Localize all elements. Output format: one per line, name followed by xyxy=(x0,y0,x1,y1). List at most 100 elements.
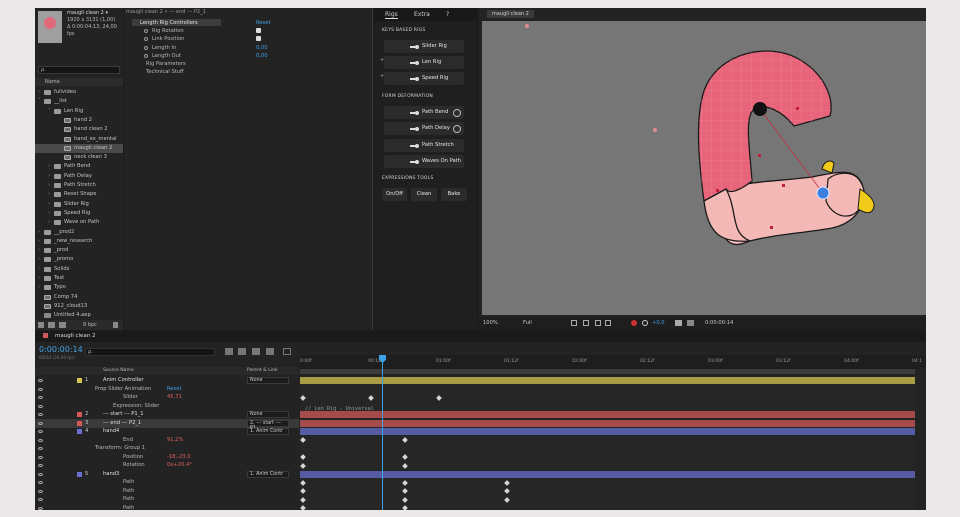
keyframe[interactable] xyxy=(402,505,408,510)
visibility-eye-icon[interactable] xyxy=(38,506,43,510)
exposure-value[interactable]: +0,0 xyxy=(652,320,665,326)
work-area-bar[interactable] xyxy=(300,369,915,374)
project-item[interactable]: › _new_research xyxy=(35,237,123,246)
expression-text[interactable]: // Len Rig - Universal xyxy=(305,406,374,412)
effect-row[interactable]: Technical Stuff xyxy=(124,68,373,76)
path-stretch-button[interactable]: Path Stretch xyxy=(384,139,464,152)
keyframe[interactable] xyxy=(402,496,408,503)
waves-on-path-button[interactable]: Waves On Path xyxy=(384,155,464,168)
disclosure-icon[interactable]: › xyxy=(48,162,50,171)
disclosure-icon[interactable]: › xyxy=(38,255,40,264)
project-item[interactable]: hand clean 2 xyxy=(35,125,123,134)
keyframe[interactable] xyxy=(300,488,306,494)
effect-controls-tab[interactable]: maugli clean 2 • --- end --- P2_1 xyxy=(126,9,206,15)
project-item[interactable]: › Path Bend xyxy=(35,162,123,171)
graph-editor-icon[interactable] xyxy=(283,348,291,355)
timeline-tab[interactable]: maugli clean 2 xyxy=(55,333,96,339)
keyframe[interactable] xyxy=(300,462,306,469)
checkbox[interactable] xyxy=(256,28,261,34)
project-item[interactable]: maugli clean 2 xyxy=(35,143,123,153)
stopwatch-icon[interactable] xyxy=(144,29,148,34)
visibility-eye-icon[interactable] xyxy=(38,413,43,416)
label-color-swatch[interactable] xyxy=(77,471,82,477)
project-item[interactable]: › _prod xyxy=(35,246,123,255)
project-item[interactable]: hand_ex_mental xyxy=(35,135,123,144)
current-time-display[interactable]: 0:00:00:14 xyxy=(39,345,83,354)
effect-value[interactable]: 0,00 xyxy=(256,44,268,52)
project-item[interactable]: › Typo xyxy=(35,283,123,292)
comp-mini-flowchart-icon[interactable] xyxy=(225,348,233,355)
interpret-footage-icon[interactable] xyxy=(38,322,44,328)
effect-row[interactable]: Link Position xyxy=(124,35,373,43)
settings-circle-icon[interactable] xyxy=(453,109,461,117)
end-controller-handle[interactable] xyxy=(816,186,830,200)
snapshot-icon[interactable] xyxy=(675,320,682,326)
exposure-icon[interactable] xyxy=(642,320,648,326)
tab-rigs[interactable]: Rigs xyxy=(385,11,398,19)
project-item[interactable]: neck clean 3 xyxy=(35,153,123,162)
speed-rig-button[interactable]: Speed Rig xyxy=(384,72,464,85)
disclosure-icon[interactable]: › xyxy=(38,265,40,274)
visibility-eye-icon[interactable] xyxy=(38,421,43,425)
visibility-eye-icon[interactable] xyxy=(38,489,43,493)
show-snapshot-icon[interactable] xyxy=(687,320,694,326)
property-track[interactable] xyxy=(300,401,915,411)
parent-select[interactable]: 1. Anim Contr xyxy=(247,470,289,478)
effect-row[interactable]: Rig Rotation xyxy=(124,27,373,35)
tab-help[interactable]: ? xyxy=(446,11,449,18)
disclosure-icon[interactable]: ˅ xyxy=(38,97,41,106)
layer-duration-bar[interactable] xyxy=(300,470,915,478)
layer-property[interactable]: Path xyxy=(35,504,299,510)
visibility-eye-icon[interactable] xyxy=(38,438,43,442)
visibility-eye-icon[interactable] xyxy=(38,472,43,476)
clean-button[interactable]: Clean xyxy=(411,188,437,201)
project-item[interactable]: › Speed Rig xyxy=(35,209,123,218)
start-controller-handle[interactable] xyxy=(753,102,767,116)
visibility-eye-icon[interactable] xyxy=(38,404,43,408)
layer-duration-bar[interactable] xyxy=(300,411,915,418)
visibility-eye-icon[interactable] xyxy=(38,455,43,459)
transparency-grid-icon[interactable] xyxy=(583,320,589,326)
disclosure-icon[interactable]: › xyxy=(38,246,40,255)
effect-row[interactable]: Rig Parameters xyxy=(124,60,373,68)
timeline-search-input[interactable]: ρ. xyxy=(85,348,215,356)
mask-toggle-icon[interactable] xyxy=(595,320,601,326)
keyframe[interactable] xyxy=(402,479,408,486)
keyframe[interactable] xyxy=(504,479,510,486)
parent-select[interactable]: 1. Anim Contr xyxy=(247,428,289,435)
keyframe[interactable] xyxy=(368,394,374,401)
label-color-swatch[interactable] xyxy=(77,412,82,417)
time-ruler[interactable]: 0:00f 00:12f 01:00f 01:12f 02:00f 02:12f 03:00… xyxy=(300,355,926,369)
label-color-swatch[interactable] xyxy=(77,378,82,383)
reset-link[interactable]: Reset xyxy=(256,19,271,27)
keyframe[interactable] xyxy=(402,488,408,494)
layer-duration-bar[interactable] xyxy=(300,377,915,384)
color-channel-icon[interactable] xyxy=(631,320,637,326)
project-item[interactable]: › Slider Rig xyxy=(35,200,123,209)
shy-layers-icon[interactable] xyxy=(252,348,260,355)
keyframe[interactable] xyxy=(402,462,408,469)
disclosure-icon[interactable]: › xyxy=(38,228,40,237)
visibility-eye-icon[interactable] xyxy=(38,387,43,391)
stopwatch-icon[interactable] xyxy=(144,37,148,42)
path-delay-button[interactable]: Path Delay xyxy=(384,122,464,135)
parent-select[interactable]: None xyxy=(247,411,289,418)
project-column-header[interactable]: Name xyxy=(35,78,123,86)
property-track[interactable] xyxy=(300,503,915,510)
project-item[interactable]: › Solids xyxy=(35,265,123,274)
stopwatch-icon[interactable] xyxy=(144,45,148,50)
effect-row[interactable]: Length Rig Controllers Reset xyxy=(124,19,373,27)
effect-row[interactable]: Length In 0,00 xyxy=(124,44,373,52)
effect-value[interactable]: 0,00 xyxy=(256,52,268,60)
disclosure-icon[interactable]: › xyxy=(48,190,50,199)
layer-duration-bar[interactable] xyxy=(300,428,915,435)
disclosure-icon[interactable]: › xyxy=(38,274,40,283)
visibility-eye-icon[interactable] xyxy=(38,379,43,382)
tab-extra[interactable]: Extra xyxy=(414,11,430,18)
visibility-eye-icon[interactable] xyxy=(38,464,43,467)
disclosure-icon[interactable]: › xyxy=(38,237,40,246)
project-item[interactable]: ˅ __list xyxy=(35,97,123,106)
project-item[interactable]: Untitled 4.aep xyxy=(35,311,123,320)
project-item[interactable]: › _promo xyxy=(35,255,123,264)
visibility-eye-icon[interactable] xyxy=(38,447,43,450)
